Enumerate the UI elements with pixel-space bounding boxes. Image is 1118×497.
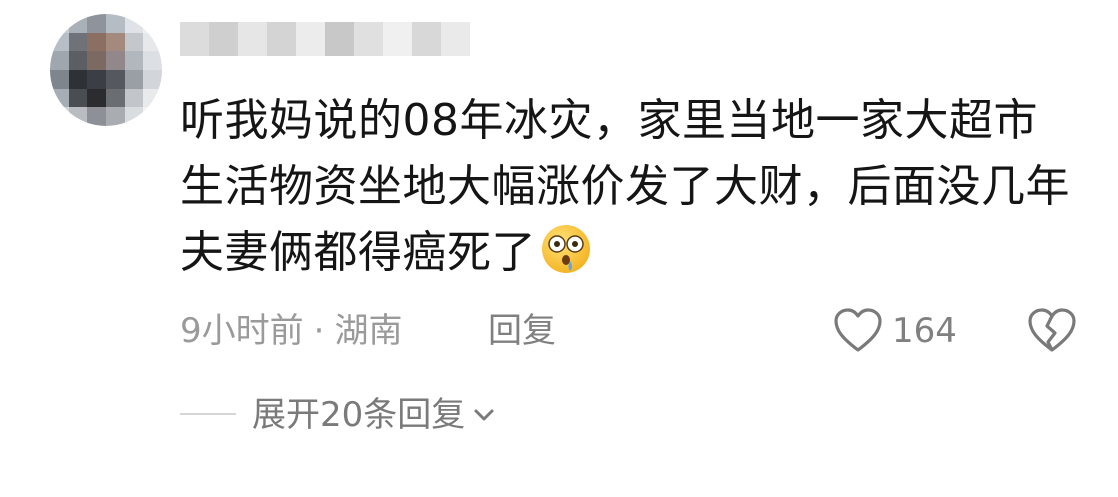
avatar-pixel <box>50 69 69 89</box>
expand-replies-button[interactable]: 展开20条回复 <box>252 390 497 440</box>
avatar-pixel <box>87 51 106 70</box>
comment-line-3: 夫妻俩都得癌死了 <box>180 220 1100 286</box>
comment-line-1: 听我妈说的08年冰灾，家里当地一家大超市 <box>180 95 1038 146</box>
username-pixel <box>441 22 470 56</box>
username-pixel <box>383 22 412 56</box>
avatar-pixel <box>124 69 144 89</box>
username-pixel <box>296 22 325 56</box>
avatar-pixel <box>87 107 106 126</box>
avatar-pixel <box>124 32 144 52</box>
avatar-pixel <box>68 51 88 70</box>
avatar-pixel <box>143 51 162 70</box>
avatar-pixel <box>105 107 125 126</box>
shocked-face-emoji-icon <box>542 225 590 273</box>
avatar-pixel <box>124 88 144 108</box>
avatar-pixel <box>105 88 125 108</box>
avatar-pixel <box>105 51 125 70</box>
avatar-pixel <box>124 107 144 126</box>
comment-time: 9小时前 <box>180 311 304 351</box>
avatar[interactable] <box>50 14 162 126</box>
avatar-pixel <box>68 69 88 89</box>
username-pixel <box>238 22 267 56</box>
avatar-pixel <box>124 14 144 33</box>
replies-divider <box>180 413 236 415</box>
avatar-pixel <box>87 32 106 52</box>
username-pixel <box>354 22 383 56</box>
avatar-pixel <box>68 32 88 52</box>
expand-replies-label: 展开20条回复 <box>252 395 466 435</box>
avatar-pixel <box>143 107 162 126</box>
reply-button[interactable]: 回复 <box>488 306 556 356</box>
username-blurred[interactable] <box>180 22 470 56</box>
avatar-pixel <box>105 32 125 52</box>
avatar-pixel <box>105 69 125 89</box>
broken-heart-icon[interactable] <box>1026 306 1078 356</box>
avatar-pixel <box>68 14 88 33</box>
avatar-pixel <box>50 14 69 33</box>
avatar-pixel <box>105 14 125 33</box>
like-count: 164 <box>892 311 957 351</box>
comment-text: 听我妈说的08年冰灾，家里当地一家大超市 生活物资坐地大幅涨价发了大财，后面没几… <box>180 88 1100 286</box>
username-pixel <box>267 22 296 56</box>
avatar-pixel <box>50 107 69 126</box>
avatar-pixel <box>143 69 162 89</box>
comment-location: 湖南 <box>334 311 403 351</box>
avatar-pixel <box>143 14 162 33</box>
username-pixel <box>325 22 354 56</box>
comment-line-3-text: 夫妻俩都得癌死了 <box>180 227 536 278</box>
username-pixel <box>209 22 238 56</box>
username-pixel <box>412 22 441 56</box>
avatar-pixel <box>50 51 69 70</box>
avatar-pixel <box>50 88 69 108</box>
avatar-pixel <box>68 107 88 126</box>
avatar-pixel <box>143 88 162 108</box>
avatar-pixel <box>143 32 162 52</box>
meta-separator: · <box>313 311 325 351</box>
chevron-down-icon <box>474 409 494 421</box>
comment-line-2: 生活物资坐地大幅涨价发了大财，后面没几年 <box>180 161 1070 212</box>
avatar-pixel <box>124 51 144 70</box>
avatar-pixel <box>68 88 88 108</box>
username-pixel <box>180 22 209 56</box>
avatar-pixel <box>87 88 106 108</box>
avatar-pixel <box>50 32 69 52</box>
avatar-pixel <box>87 14 106 33</box>
comment-meta: 9小时前 · 湖南 <box>180 306 402 356</box>
heart-icon[interactable] <box>832 306 884 356</box>
avatar-pixel <box>87 69 106 89</box>
